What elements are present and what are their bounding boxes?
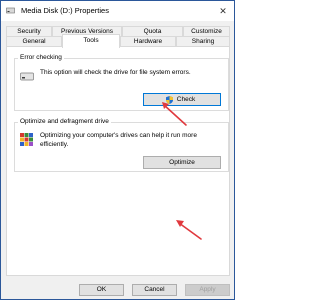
error-checking-description: This option will check the drive for fil…	[40, 69, 191, 76]
cancel-button-label: Cancel	[144, 286, 165, 293]
apply-button-label: Apply	[199, 286, 216, 293]
check-button[interactable]: Check	[143, 93, 221, 106]
apply-button[interactable]: Apply	[185, 284, 230, 296]
title-bar: Media Disk (D:) Properties ✕	[1, 1, 234, 21]
ok-button-label: OK	[96, 286, 107, 293]
shield-icon	[166, 96, 173, 104]
ok-button[interactable]: OK	[79, 284, 124, 296]
window-title: Media Disk (D:) Properties	[21, 6, 109, 15]
tab-label: Security	[17, 28, 41, 35]
tab-label: Hardware	[133, 38, 163, 45]
tab-label: Customize	[191, 28, 222, 35]
close-button[interactable]: ✕	[212, 1, 234, 21]
tab-label: Quota	[143, 28, 162, 35]
tab-label: General	[22, 38, 46, 45]
tab-label: Sharing	[191, 38, 215, 45]
tab-label: Tools	[83, 37, 99, 44]
properties-dialog: Media Disk (D:) Properties ✕ Security Pr…	[0, 0, 235, 300]
group-title: Optimize and defragment drive	[18, 118, 111, 125]
check-button-label: Check	[176, 96, 196, 103]
defrag-icon	[20, 133, 33, 146]
optimize-description: Optimizing your computer's drives can he…	[40, 132, 197, 148]
optimize-button-label: Optimize	[169, 159, 195, 166]
drive-title-icon	[6, 7, 15, 14]
tab-tools[interactable]: Tools	[62, 34, 120, 48]
drive-icon	[20, 72, 34, 81]
group-title: Error checking	[18, 54, 64, 61]
close-icon: ✕	[219, 5, 227, 16]
optimize-group: Optimize and defragment drive Optimizing…	[14, 118, 229, 172]
cancel-button[interactable]: Cancel	[132, 284, 177, 296]
tools-panel: Error checking This option will check th…	[6, 46, 230, 276]
error-checking-group: Error checking This option will check th…	[14, 54, 229, 111]
optimize-button[interactable]: Optimize	[143, 156, 221, 169]
